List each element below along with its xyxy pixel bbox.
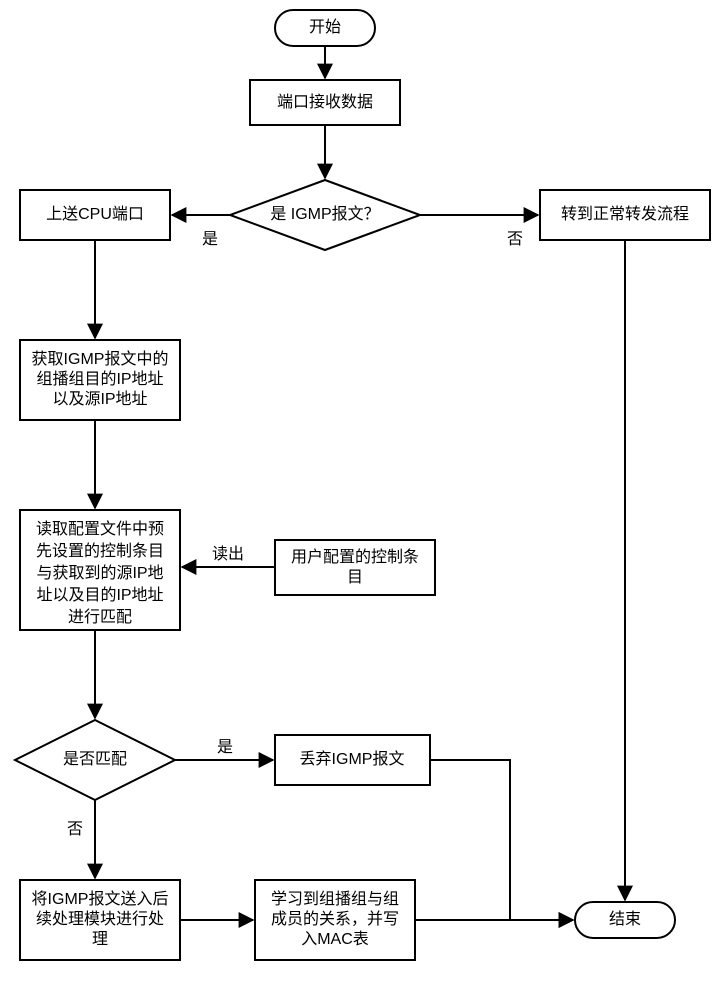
tocpu-label: 上送CPU端口: [46, 205, 144, 223]
readcfg-l4: 址以及目的IP地址: [36, 586, 163, 604]
isigmp-label: 是 IGMP报文？: [270, 205, 379, 223]
node-normal: 转到正常转发流程: [540, 190, 710, 240]
node-recv: 端口接收数据: [250, 80, 400, 125]
usercfg-l2: 目: [347, 569, 363, 586]
flowchart: 开始 端口接收数据 是 IGMP报文？ 是 上送CPU端口 否 转到正常转发流程…: [0, 0, 721, 1000]
node-learn: 学习到组播组与组 成员的关系，并写 入MAC表: [255, 880, 415, 960]
node-isigmp: 是 IGMP报文？: [230, 180, 420, 250]
node-getip: 获取IGMP报文中的 组播组目的IP地址 以及源IP地址: [20, 340, 180, 420]
node-start: 开始: [275, 10, 375, 46]
readcfg-l2: 先设置的控制条目: [36, 542, 164, 560]
postproc-l3: 理: [92, 931, 108, 948]
postproc-l1: 将IGMP报文送入后: [32, 890, 169, 908]
readcfg-l3: 与获取到的源IP地: [36, 564, 163, 582]
node-usercfg: 用户配置的控制条 目: [275, 540, 435, 595]
readcfg-l5: 进行匹配: [68, 608, 132, 626]
edge-isigmp-normal-label: 否: [507, 231, 523, 248]
learn-l3: 入MAC表: [301, 930, 369, 948]
node-readcfg: 读取配置文件中预 先设置的控制条目 与获取到的源IP地 址以及目的IP地址 进行…: [20, 510, 180, 630]
node-match: 是否匹配: [15, 720, 175, 800]
node-discard: 丢弃IGMP报文: [275, 735, 430, 785]
normal-label: 转到正常转发流程: [561, 205, 689, 223]
edge-isigmp-cpu-label: 是: [202, 231, 218, 248]
edge-match-postproc-label: 否: [67, 821, 83, 838]
getip-l1: 获取IGMP报文中的: [32, 350, 169, 368]
end-label: 结束: [609, 910, 641, 928]
edge-discard-end: [430, 760, 573, 920]
getip-l2: 组播组目的IP地址: [36, 370, 163, 388]
readcfg-l1: 读取配置文件中预: [36, 520, 164, 538]
learn-l2: 成员的关系，并写: [271, 910, 399, 928]
node-tocpu: 上送CPU端口: [20, 190, 170, 240]
recv-label: 端口接收数据: [277, 93, 373, 111]
postproc-l2: 续处理模块进行处: [36, 910, 164, 928]
discard-label: 丢弃IGMP报文: [300, 750, 405, 768]
start-label: 开始: [309, 18, 341, 36]
match-label: 是否匹配: [63, 750, 127, 768]
getip-l3: 以及源IP地址: [52, 390, 147, 408]
usercfg-l1: 用户配置的控制条: [291, 548, 419, 566]
learn-l1: 学习到组播组与组: [271, 890, 399, 908]
edge-match-discard-label: 是: [217, 739, 233, 756]
node-postproc: 将IGMP报文送入后 续处理模块进行处 理: [20, 880, 180, 960]
edge-usercfg-readcfg-label: 读出: [212, 545, 244, 563]
node-end: 结束: [575, 902, 675, 938]
